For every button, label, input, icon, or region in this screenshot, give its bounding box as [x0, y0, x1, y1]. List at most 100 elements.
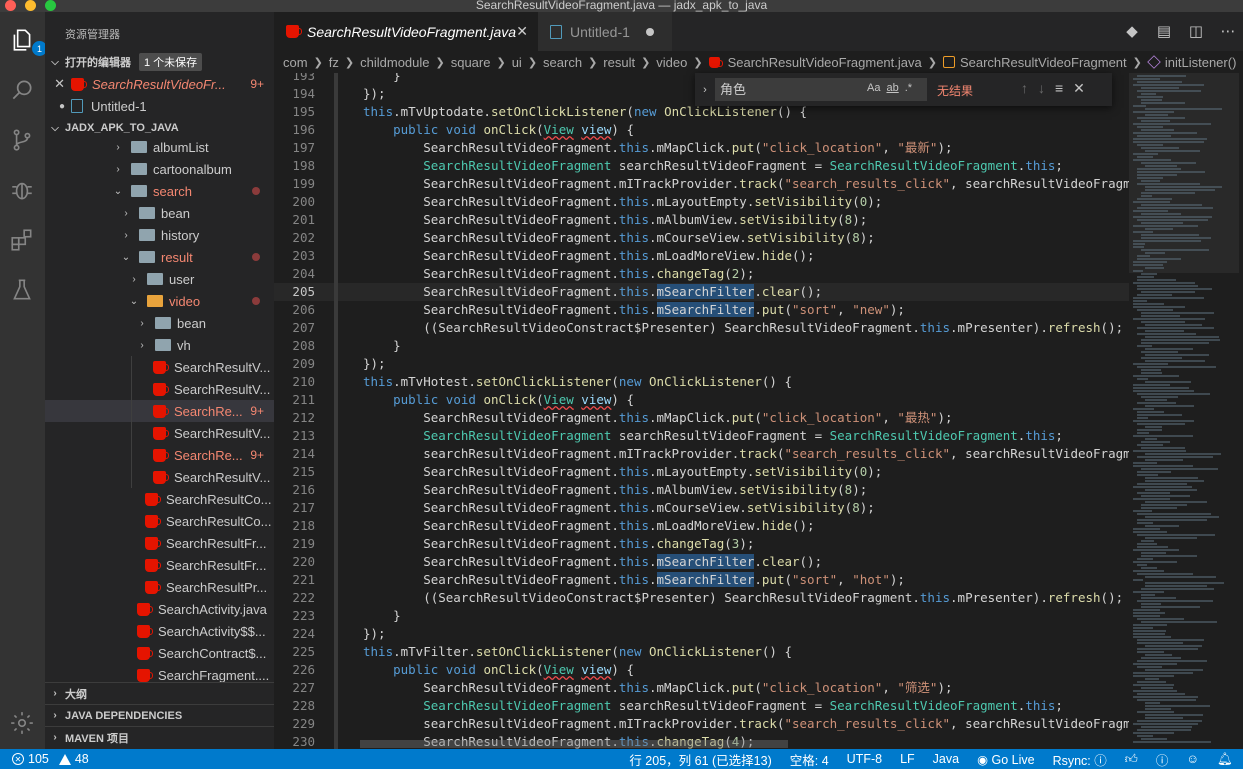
match-whole-word-icon[interactable]: ab	[886, 82, 898, 94]
unsaved-dot-icon[interactable]	[646, 27, 654, 36]
tree-item[interactable]: SearchResultFr...	[45, 532, 274, 554]
thumbs-up-icon[interactable]: 👍︎	[1125, 752, 1138, 767]
tree-item[interactable]: SearchActivity.java	[45, 598, 274, 620]
code-line[interactable]: 211 public void onClick(View view) {	[274, 391, 1129, 409]
explorer-icon[interactable]: 1	[8, 26, 47, 56]
breadcrumb-item[interactable]: video	[656, 55, 687, 70]
maven-header[interactable]: › MAVEN 项目	[45, 726, 274, 748]
breadcrumb-item[interactable]: result	[603, 55, 635, 70]
breadcrumb-item[interactable]: search	[543, 55, 582, 70]
code-line[interactable]: 209});	[274, 355, 1129, 373]
tab-search-result-video-fragment[interactable]: SearchResultVideoFragment.java ✕	[274, 12, 538, 51]
tree-item[interactable]: ⌄ search	[45, 180, 274, 202]
breadcrumb-item[interactable]: SearchResultVideoFragment	[960, 55, 1127, 70]
info-circle-icon[interactable]: ⓘ	[1156, 750, 1169, 769]
source-control-icon[interactable]	[8, 126, 36, 154]
tree-item[interactable]: ⌄ result	[45, 246, 274, 268]
close-find-icon[interactable]: ✕	[1073, 80, 1085, 97]
code-line[interactable]: 224});	[274, 625, 1129, 643]
horizontal-scrollbar[interactable]	[360, 740, 788, 748]
tree-item[interactable]: › history	[45, 224, 274, 246]
tree-item[interactable]: SearchResultV...	[45, 422, 274, 444]
code-line[interactable]: 210 this.mTvHotest.setOnClickListener(new…	[274, 373, 1129, 391]
split-editor-icon[interactable]: ◫	[1187, 22, 1205, 40]
code-line[interactable]: 208 }	[274, 337, 1129, 355]
tree-item-selected[interactable]: SearchRe... 9+	[45, 400, 274, 422]
git-compare-icon[interactable]: ◆	[1123, 22, 1141, 40]
tree-item[interactable]: SearchResultFr...	[45, 554, 274, 576]
tree-item[interactable]: › bean	[45, 312, 274, 334]
breadcrumb-item[interactable]: com	[283, 55, 308, 70]
next-match-icon[interactable]: ↓	[1038, 80, 1045, 97]
settings-gear-icon[interactable]	[8, 709, 36, 737]
find-in-selection-icon[interactable]: ≡	[1055, 80, 1063, 97]
open-editor-item[interactable]: ✕ SearchResultVideoFr... 9+	[45, 73, 274, 95]
code-line[interactable]: 216 SearchResultVideoFragment.this.mAlbu…	[274, 481, 1129, 499]
breadcrumb-item[interactable]: SearchResultVideoFragment.java	[728, 55, 922, 70]
tree-item[interactable]: › user	[45, 268, 274, 290]
outline-header[interactable]: › 大纲	[45, 682, 274, 704]
testing-icon[interactable]	[8, 276, 36, 304]
indentation[interactable]: 空格: 4	[790, 750, 829, 769]
code-line[interactable]: 201 SearchResultVideoFragment.this.mAlbu…	[274, 211, 1129, 229]
code-line[interactable]: 222 ((SearchResultVideoConstract$Present…	[274, 589, 1129, 607]
cursor-position[interactable]: 行 205，列 61 (已选择13)	[629, 750, 771, 769]
tree-item[interactable]: SearchResultCo...	[45, 510, 274, 532]
code-line[interactable]: 199 SearchResultVideoFragment.mITrackPro…	[274, 175, 1129, 193]
tree-item[interactable]: SearchResultV...	[45, 356, 274, 378]
code-line[interactable]: 213 SearchResultVideoFragment searchResu…	[274, 427, 1129, 445]
match-case-icon[interactable]: Aa	[867, 82, 880, 94]
tree-item[interactable]: SearchResultV...	[45, 466, 274, 488]
extensions-icon[interactable]	[8, 226, 36, 254]
code-line[interactable]: 225 this.mTvFilter.setOnClickListener(new…	[274, 643, 1129, 661]
notifications-bell-icon[interactable]: 🔔︎	[1217, 752, 1233, 767]
tree-item[interactable]: SearchActivity$$...	[45, 620, 274, 642]
breadcrumb-item[interactable]: ui	[512, 55, 522, 70]
open-editor-item[interactable]: ● Untitled-1	[45, 95, 274, 117]
code-line[interactable]: 220 SearchResultVideoFragment.this.mSear…	[274, 553, 1129, 571]
search-icon[interactable]	[8, 76, 36, 104]
tab-untitled[interactable]: Untitled-1	[538, 12, 672, 51]
code-line[interactable]: 214 searchResultVideoFragment.mITrackPro…	[274, 445, 1129, 463]
close-icon[interactable]: ✕	[516, 23, 528, 40]
tree-item[interactable]: › bean	[45, 202, 274, 224]
code-line[interactable]: 228 SearchResultVideoFragment searchResu…	[274, 697, 1129, 715]
tree-item[interactable]: › cartoonalbum	[45, 158, 274, 180]
toggle-replace-icon[interactable]: ›	[695, 84, 715, 96]
go-live-button[interactable]: ◉ Go Live	[977, 752, 1034, 767]
tree-item[interactable]: ⌄ video	[45, 290, 274, 312]
code-editor[interactable]: 193 } 194}); 195 this.mTvUptodate.setOnClic…	[274, 73, 1129, 749]
language-mode[interactable]: Java	[933, 752, 959, 766]
code-line[interactable]: 198 SearchResultVideoFragment searchResu…	[274, 157, 1129, 175]
tree-item[interactable]: SearchResultV...	[45, 378, 274, 400]
code-line[interactable]: 207 ((SearchResultVideoConstract$Present…	[274, 319, 1129, 337]
code-line[interactable]: 221 SearchResultVideoFragment.this.mSear…	[274, 571, 1129, 589]
breadcrumb-item[interactable]: square	[451, 55, 491, 70]
close-icon[interactable]: ✕	[45, 76, 65, 92]
open-editors-header[interactable]: ⌵ 打开的编辑器 1 个未保存	[45, 51, 274, 73]
end-of-line[interactable]: LF	[900, 752, 915, 766]
tree-item[interactable]: SearchContract$...	[45, 642, 274, 664]
rsync-status[interactable]: Rsync: ⓘ	[1053, 750, 1107, 769]
code-line[interactable]: 200 SearchResultVideoFragment.this.mLayo…	[274, 193, 1129, 211]
tree-item[interactable]: › vh	[45, 334, 274, 356]
regex-icon[interactable]: .*	[905, 82, 912, 94]
tree-item[interactable]: SearchResultPr...	[45, 576, 274, 598]
code-line[interactable]: 202 SearchResultVideoFragment.this.mCour…	[274, 229, 1129, 247]
tree-item[interactable]: › albumList	[45, 136, 274, 158]
breadcrumb-item[interactable]: initListener()	[1165, 55, 1237, 70]
encoding[interactable]: UTF-8	[847, 752, 882, 766]
code-line[interactable]: 204 SearchResultVideoFragment.this.chang…	[274, 265, 1129, 283]
code-line[interactable]: 203 SearchResultVideoFragment.this.mLoad…	[274, 247, 1129, 265]
code-line[interactable]: 226 public void onClick(View view) {	[274, 661, 1129, 679]
open-preview-icon[interactable]: ▤	[1155, 22, 1173, 40]
tree-item[interactable]: SearchRe... 9+	[45, 444, 274, 466]
minimap[interactable]	[1129, 73, 1243, 749]
feedback-icon[interactable]: ☺	[1186, 752, 1199, 766]
code-line[interactable]: 229 searchResultVideoFragment.mITrackPro…	[274, 715, 1129, 733]
code-line[interactable]: 217 SearchResultVideoFragment.this.mCour…	[274, 499, 1129, 517]
code-line[interactable]: 205 SearchResultVideoFragment.this.mSear…	[274, 283, 1129, 301]
code-line[interactable]: 206 SearchResultVideoFragment.this.mSear…	[274, 301, 1129, 319]
code-line[interactable]: 212 SearchResultVideoFragment.this.mMapC…	[274, 409, 1129, 427]
code-line[interactable]: 215 SearchResultVideoFragment.this.mLayo…	[274, 463, 1129, 481]
